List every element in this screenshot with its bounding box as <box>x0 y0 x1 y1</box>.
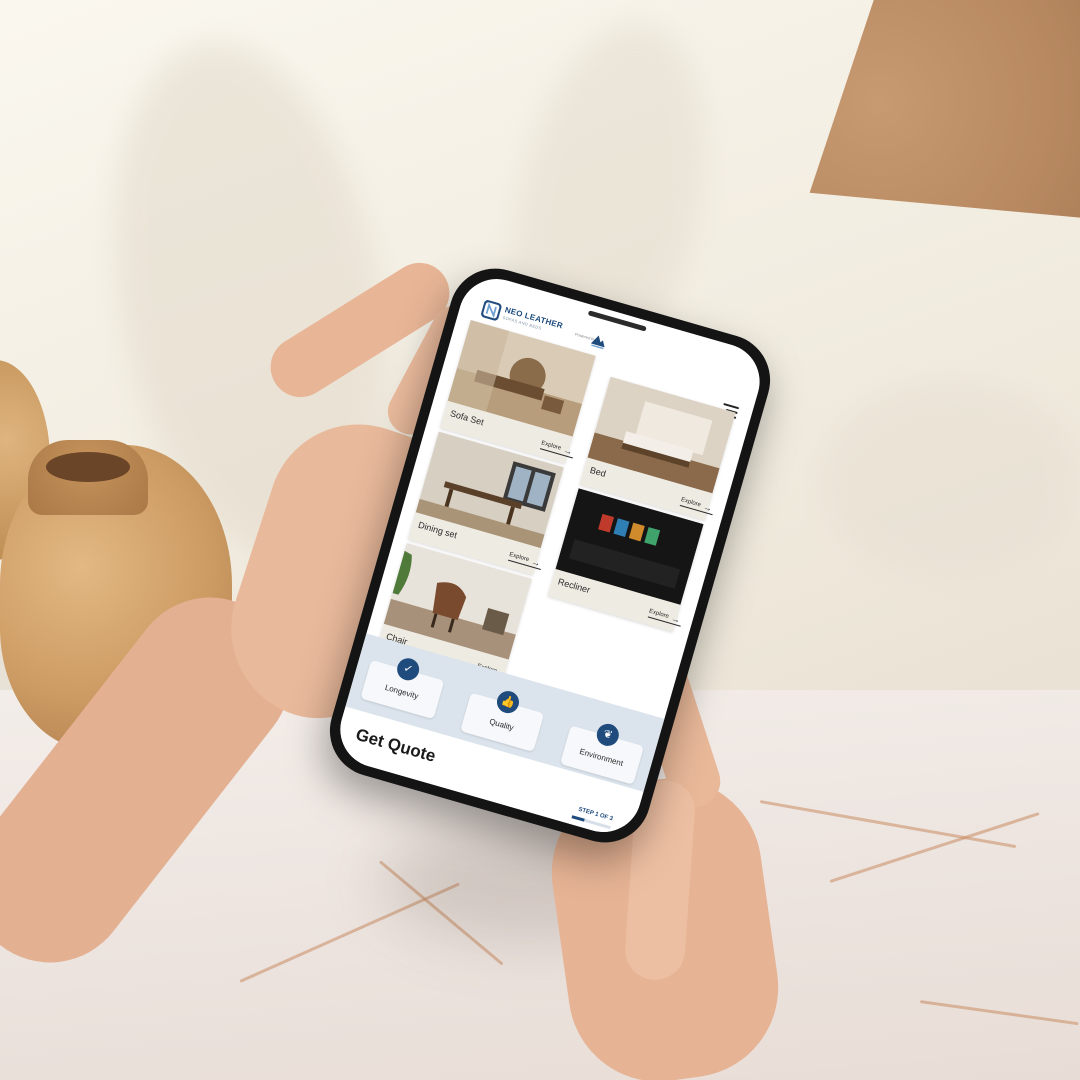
bed-photo <box>587 376 736 494</box>
step-progress-fill <box>571 815 585 822</box>
logo-icon[interactable] <box>480 299 502 321</box>
explore-link[interactable]: Explore→ <box>539 440 574 459</box>
value-label: Environment <box>578 746 625 768</box>
cloth-fold <box>820 380 1080 580</box>
leaf-icon: ❦ <box>594 721 622 749</box>
explore-link[interactable]: Explore→ <box>507 552 542 570</box>
card-title: Sofa Set <box>449 408 485 428</box>
partner-logo-icon <box>590 335 605 350</box>
explore-link[interactable]: Explore→ <box>679 497 714 516</box>
explore-link[interactable]: Explore→ <box>647 609 682 627</box>
vase-mouth <box>46 452 130 482</box>
value-label: Quality <box>488 716 515 733</box>
value-label: Longevity <box>383 682 420 701</box>
check-badge-icon: ✓ <box>394 655 422 683</box>
card-title: Recliner <box>556 576 592 596</box>
thumbs-up-icon: 👍 <box>494 688 522 716</box>
value-longevity[interactable]: ✓ Longevity <box>360 655 445 720</box>
card-title: Bed <box>588 464 607 479</box>
get-quote-title: Get Quote <box>353 724 438 766</box>
